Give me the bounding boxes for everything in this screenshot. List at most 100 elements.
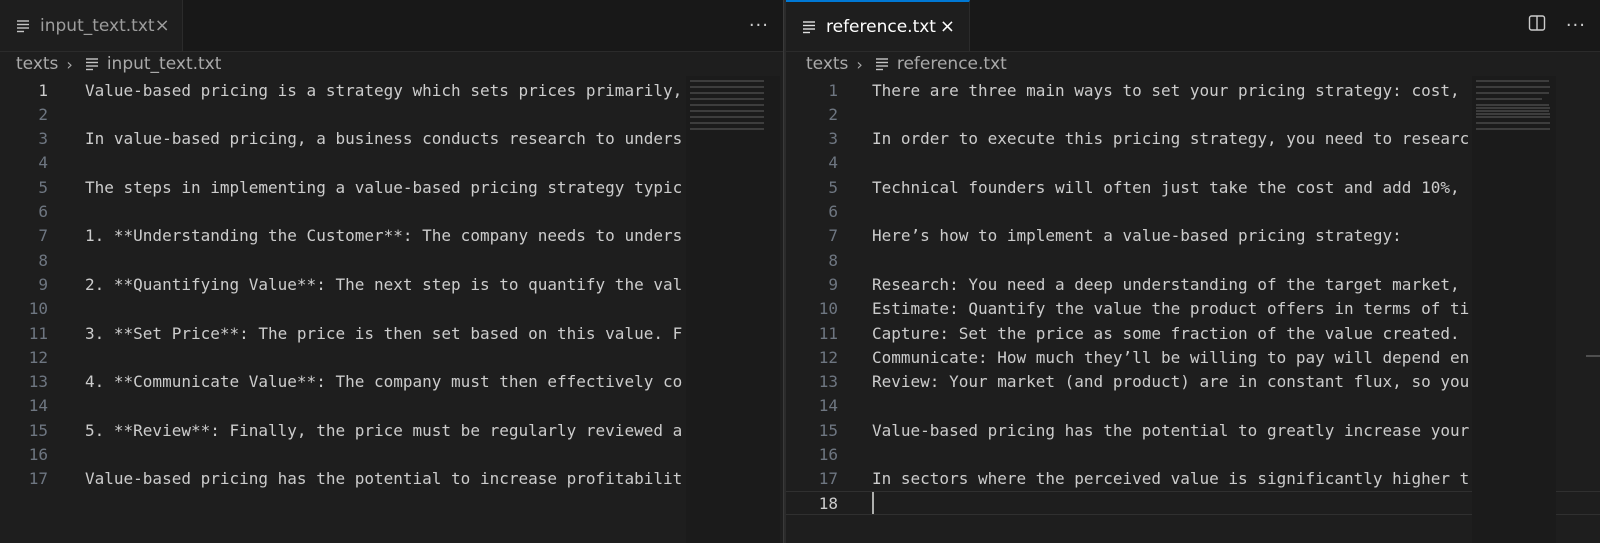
editor-line[interactable]: 4 [0, 151, 783, 175]
breadcrumb-file-label: input_text.txt [106, 54, 222, 74]
breadcrumb-folder[interactable]: texts [16, 54, 58, 74]
right-editor-pane: reference.txt × ··· texts › reference.tx… [786, 0, 1600, 543]
line-number: 1 [828, 80, 838, 100]
line-text: There are three main ways to set your pr… [872, 80, 1460, 100]
editor-line[interactable]: 12 [0, 345, 783, 369]
line-number: 11 [818, 323, 838, 343]
editor-line[interactable]: 8 [0, 248, 783, 272]
editor-line[interactable]: 7 1. **Understanding the Customer**: The … [0, 224, 783, 248]
line-number: 13 [818, 372, 838, 392]
line-number: 6 [38, 202, 48, 221]
minimap-line [690, 116, 765, 118]
text-cursor [872, 492, 874, 515]
editor-line[interactable]: 13 4. **Communicate Value**: The company … [0, 370, 783, 394]
line-number: 14 [818, 396, 838, 416]
editor-line[interactable]: 16 [0, 443, 783, 467]
minimap-line [1476, 98, 1542, 100]
editor-line[interactable]: 17 Value-based pricing has the potential … [0, 467, 783, 491]
breadcrumb: texts › input_text.txt [0, 52, 783, 76]
minimap-line [1476, 128, 1551, 130]
scrollbar[interactable] [1586, 355, 1600, 357]
close-icon[interactable]: × [155, 16, 170, 35]
editor-line[interactable]: 2 [0, 102, 783, 126]
minimap-line [690, 128, 765, 130]
editor-line[interactable]: 6 [0, 200, 783, 224]
line-text: 1. **Understanding the Customer**: The c… [85, 226, 683, 246]
minimap-line [1476, 116, 1551, 118]
minimap-line [690, 80, 765, 82]
tab-reference[interactable]: reference.txt × [786, 0, 970, 51]
line-number: 8 [828, 250, 838, 270]
left-tab-bar: input_text.txt × ··· [0, 0, 783, 52]
line-number: 8 [38, 250, 48, 270]
minimap-line [690, 92, 765, 94]
more-actions-icon[interactable]: ··· [749, 15, 769, 36]
editor-line[interactable]: 15 5. **Review**: Finally, the price must… [0, 418, 783, 442]
line-text: 2. **Quantifying Value**: The next step … [85, 274, 683, 294]
line-number: 6 [828, 202, 838, 221]
line-text: Capture: Set the price as some fraction … [872, 323, 1460, 343]
line-number: 18 [818, 493, 838, 513]
file-lines-icon [85, 57, 99, 71]
breadcrumb-folder[interactable]: texts [806, 54, 848, 74]
line-text: Technical founders will often just take … [872, 177, 1460, 197]
minimap-line [1476, 122, 1551, 124]
chevron-right-icon: › [66, 54, 73, 74]
line-text: Value-based pricing has the potential to… [872, 420, 1470, 440]
line-text: In value-based pricing, a business condu… [85, 129, 683, 149]
left-editor-pane: input_text.txt × ··· texts › input_text.… [0, 0, 783, 543]
file-lines-icon [875, 57, 889, 71]
right-tab-bar: reference.txt × ··· [786, 0, 1600, 52]
line-text: Research: You need a deep understanding … [872, 274, 1460, 294]
breadcrumb-file[interactable]: reference.txt [875, 54, 1007, 74]
line-number: 16 [28, 445, 48, 464]
left-text-editor[interactable]: 1 Value-based pricing is a strategy which… [0, 76, 783, 543]
tab-label: reference.txt [826, 16, 936, 37]
left-minimap[interactable] [686, 76, 780, 543]
line-number: 2 [38, 104, 48, 124]
line-number: 12 [818, 347, 838, 367]
minimap-line [1476, 107, 1551, 109]
line-number: 12 [28, 347, 48, 367]
line-text: In order to execute this pricing strateg… [872, 129, 1470, 149]
line-number: 15 [818, 420, 838, 440]
more-actions-icon[interactable]: ··· [1566, 15, 1586, 36]
line-number: 1 [38, 80, 48, 100]
minimap-line [1476, 110, 1550, 112]
right-minimap[interactable] [1472, 76, 1556, 543]
tab-label: input_text.txt [40, 15, 155, 36]
file-lines-icon [16, 19, 30, 33]
line-number: 16 [818, 445, 838, 464]
line-number: 7 [38, 226, 48, 246]
editor-line[interactable]: 5 The steps in implementing a value-based… [0, 175, 783, 199]
line-number: 9 [38, 274, 48, 294]
minimap-line [1476, 104, 1550, 106]
minimap-line [1476, 80, 1550, 82]
editor-line[interactable]: 14 [0, 394, 783, 418]
line-number: 9 [828, 274, 838, 294]
line-number: 3 [38, 129, 48, 149]
split-editor-icon[interactable] [1528, 14, 1546, 37]
line-number: 10 [28, 299, 48, 319]
minimap-line [1476, 113, 1551, 115]
line-text: Review: Your market (and product) are in… [872, 372, 1470, 392]
editor-line[interactable]: 9 2. **Quantifying Value**: The next step… [0, 272, 783, 296]
editor-line[interactable]: 1 Value-based pricing is a strategy which… [0, 78, 783, 102]
editor-line[interactable]: 10 [0, 297, 783, 321]
line-number: 5 [38, 177, 48, 197]
line-text: 4. **Communicate Value**: The company mu… [85, 372, 683, 392]
close-icon[interactable]: × [940, 17, 955, 36]
editor-line[interactable]: 3 In value-based pricing, a business cond… [0, 127, 783, 151]
editor-line[interactable]: 11 3. **Set Price**: The price is then se… [0, 321, 783, 345]
breadcrumb: texts › reference.txt [786, 52, 1600, 76]
breadcrumb-file-label: reference.txt [896, 54, 1007, 74]
line-number: 11 [28, 323, 48, 343]
tab-input-text[interactable]: input_text.txt × [0, 0, 183, 51]
minimap-line [690, 122, 765, 124]
minimap-line [1476, 92, 1550, 94]
line-text: In sectors where the perceived value is … [872, 469, 1470, 489]
line-text: Estimate: Quantify the value the product… [872, 299, 1470, 319]
line-text: The steps in implementing a value-based … [85, 177, 683, 197]
line-text: 5. **Review**: Finally, the price must b… [85, 420, 683, 440]
breadcrumb-file[interactable]: input_text.txt [85, 54, 222, 74]
